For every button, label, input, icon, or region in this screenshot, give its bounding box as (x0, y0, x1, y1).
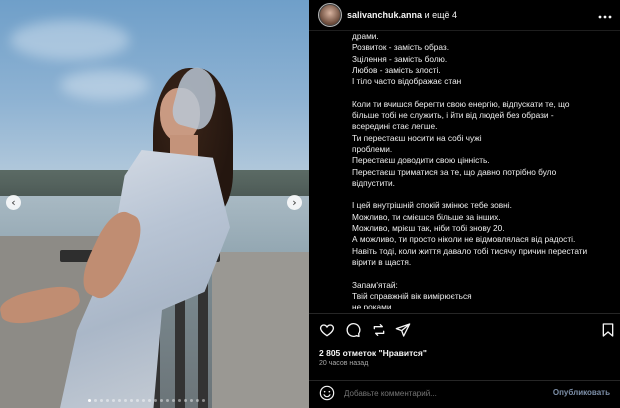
comment-icon[interactable] (345, 322, 361, 338)
caption-line: Зцілення - замість болю. (352, 53, 448, 64)
caption-line: не роками (352, 302, 392, 309)
carousel-dot (184, 399, 187, 402)
carousel-dot (178, 399, 181, 402)
carousel-dot (112, 399, 115, 402)
caption-line: І цей внутрішній спокій змінює тебе зовн… (352, 200, 512, 211)
caption-line: Навіть тоді, коли життя давало тобі тися… (352, 245, 588, 256)
caption-line: Ти перестаєш носити на собі чужі (352, 132, 482, 143)
carousel-dot (100, 399, 103, 402)
carousel-dot (202, 399, 205, 402)
caption-line: Коли ти вчишся берегти свою енергію, від… (352, 98, 570, 109)
caption-line: більше тобі не служить, і йти від людей … (352, 110, 554, 121)
caption-line: Запам'ятай: (352, 279, 398, 290)
carousel-dot (118, 399, 121, 402)
carousel-dot (160, 399, 163, 402)
carousel-dot (166, 399, 169, 402)
caption-line: Можливо, мрієш так, ніби тобі знову 20. (352, 223, 505, 234)
send-icon[interactable] (395, 322, 411, 338)
post-timestamp[interactable]: 20 часов назад (319, 360, 368, 367)
caption-line: І тіло часто відображає стан (352, 76, 462, 87)
carousel-dot (154, 399, 157, 402)
avatar[interactable] (318, 3, 342, 27)
carousel-dot (196, 399, 199, 402)
post-photo[interactable]: ‹ › (0, 0, 309, 408)
caption-line: Перестаєш триматися за те, що давно потр… (352, 166, 557, 177)
post-caption: драми. Розвиток - замість образ. Зцілення … (352, 31, 614, 309)
carousel-dot (190, 399, 193, 402)
photo-detail (212, 252, 309, 408)
carousel-dot (88, 399, 91, 402)
carousel-dot (130, 399, 133, 402)
comment-input[interactable] (344, 386, 544, 400)
author-name[interactable]: salivanchuk.anna и ещё 4 (347, 10, 457, 20)
carousel-dot (106, 399, 109, 402)
story-ring (318, 3, 342, 27)
coauthors-link[interactable]: и ещё 4 (425, 10, 457, 20)
photo-detail (10, 20, 130, 60)
caption-line: відпустити. (352, 177, 395, 188)
author-username[interactable]: salivanchuk.anna (347, 10, 422, 20)
caption-line: Перестаєш доводити свою цінність. (352, 155, 490, 166)
heart-icon[interactable] (319, 322, 335, 338)
caption-line: Можливо, ти смієшся більше за інших. (352, 211, 501, 222)
likes-count[interactable]: 2 805 отметок "Нравится" (319, 348, 427, 358)
post-header: salivanchuk.anna и ещё 4 (309, 0, 620, 31)
carousel-dot (136, 399, 139, 402)
caption-line: Розвиток - замість образ. (352, 42, 450, 53)
photo-detail (60, 70, 150, 100)
carousel-dot (142, 399, 145, 402)
carousel-dot (148, 399, 151, 402)
more-horizontal-icon[interactable] (598, 8, 612, 22)
caption-line: Твій справжній вік вимірюється (352, 290, 472, 301)
chevron-left-icon[interactable]: ‹ (6, 195, 21, 210)
post-actions (309, 313, 620, 341)
repost-icon[interactable] (371, 322, 387, 338)
carousel-dot (94, 399, 97, 402)
bookmark-icon[interactable] (600, 322, 616, 338)
chevron-right-icon[interactable]: › (287, 195, 302, 210)
carousel-dot (172, 399, 175, 402)
carousel-indicator (88, 399, 205, 402)
more-horizontal-icon-glyph (598, 15, 612, 19)
caption-line: вірити в щастя. (352, 256, 412, 267)
publish-button[interactable]: Опубликовать (553, 388, 610, 397)
caption-line: проблеми. (352, 143, 393, 154)
carousel-dot (124, 399, 127, 402)
caption-line: А можливо, ти просто ніколи не відмовлял… (352, 234, 576, 245)
post-panel: salivanchuk.anna и ещё 4 драми. Розвиток … (309, 0, 620, 408)
emoji-icon[interactable] (319, 385, 335, 401)
caption-line: всередині стає легше. (352, 121, 438, 132)
caption-line: Любов - замість злості. (352, 64, 441, 75)
caption-line: драми. (352, 31, 379, 41)
